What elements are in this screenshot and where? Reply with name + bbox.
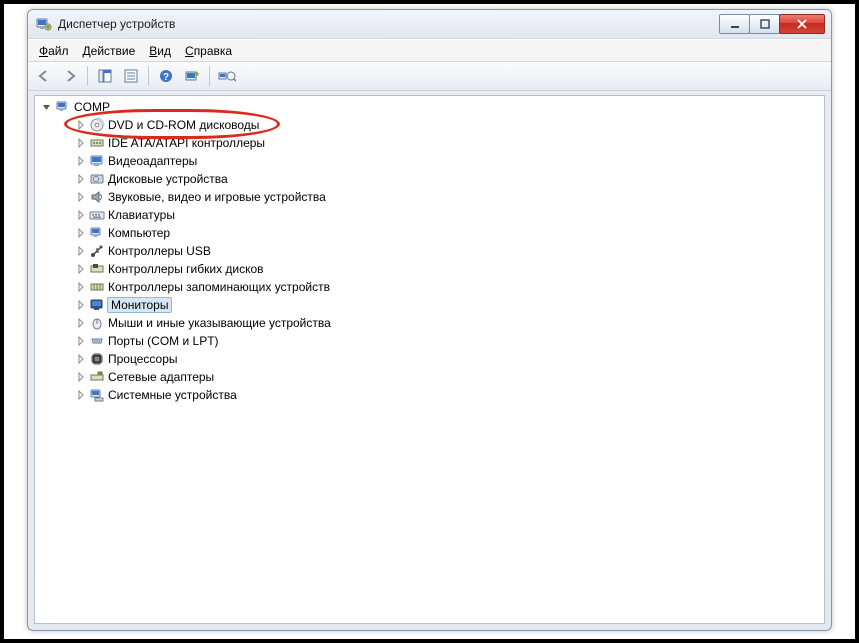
tree-item[interactable]: Контроллеры USB <box>35 242 824 260</box>
sound-icon <box>89 189 105 205</box>
ide-icon <box>89 135 105 151</box>
tree-item[interactable]: Звуковые, видео и игровые устройства <box>35 188 824 206</box>
tree-item[interactable]: Дисковые устройства <box>35 170 824 188</box>
maximize-button[interactable] <box>749 14 780 34</box>
titlebar[interactable]: Диспетчер устройств <box>28 10 831 39</box>
expander-icon[interactable] <box>75 227 87 239</box>
tree-item-label: Системные устройства <box>108 388 237 402</box>
tree-item[interactable]: Клавиатуры <box>35 206 824 224</box>
forward-button[interactable] <box>58 64 82 88</box>
expander-icon[interactable] <box>75 299 87 311</box>
tree-item-label: Контроллеры гибких дисков <box>108 262 264 276</box>
svg-text:?: ? <box>163 72 169 83</box>
view-devices-button[interactable] <box>215 64 239 88</box>
menu-bar: Файл Действие Вид Справка <box>28 39 831 62</box>
menu-view[interactable]: Вид <box>142 42 178 60</box>
hdd-icon <box>89 171 105 187</box>
tree-item[interactable]: IDE ATA/ATAPI контроллеры <box>35 134 824 152</box>
ports-icon <box>89 333 105 349</box>
network-icon <box>89 369 105 385</box>
tree-item[interactable]: Мыши и иные указывающие устройства <box>35 314 824 332</box>
expander-icon[interactable] <box>75 119 87 131</box>
computer-icon <box>89 225 105 241</box>
menu-help[interactable]: Справка <box>178 42 239 60</box>
storage-icon <box>89 279 105 295</box>
tree-item[interactable]: Сетевые адаптеры <box>35 368 824 386</box>
screenshot-frame: Диспетчер устройств Файл Действие Вид Сп… <box>0 0 859 643</box>
device-manager-window: Диспетчер устройств Файл Действие Вид Сп… <box>27 9 832 631</box>
show-hide-tree-button[interactable] <box>93 64 117 88</box>
window-controls <box>720 14 825 34</box>
computer-icon <box>55 99 71 115</box>
tree-item-label: IDE ATA/ATAPI контроллеры <box>108 136 265 150</box>
expander-icon[interactable] <box>75 137 87 149</box>
back-button[interactable] <box>32 64 56 88</box>
keyboard-icon <box>89 207 105 223</box>
window-title: Диспетчер устройств <box>58 17 720 31</box>
expander-icon[interactable] <box>75 155 87 167</box>
floppyctl-icon <box>89 261 105 277</box>
tree-item-label: Процессоры <box>108 352 178 366</box>
tree-item-label: Видеоадаптеры <box>108 154 197 168</box>
toolbar-separator <box>148 66 149 86</box>
expander-icon[interactable] <box>75 173 87 185</box>
tree-item[interactable]: Контроллеры гибких дисков <box>35 260 824 278</box>
tree-item-label: Клавиатуры <box>108 208 175 222</box>
menu-file[interactable]: Файл <box>32 42 76 60</box>
toolbar-separator <box>87 66 88 86</box>
properties-button[interactable] <box>119 64 143 88</box>
monitor-icon <box>89 297 105 313</box>
tree-item-label: Мониторы <box>107 297 172 313</box>
display-icon <box>89 153 105 169</box>
tree-item[interactable]: Компьютер <box>35 224 824 242</box>
tree-item-label: DVD и CD-ROM дисководы <box>108 118 259 132</box>
tree-item[interactable]: Контроллеры запоминающих устройств <box>35 278 824 296</box>
tree-item-label: Звуковые, видео и игровые устройства <box>108 190 326 204</box>
minimize-button[interactable] <box>719 14 750 34</box>
usb-icon <box>89 243 105 259</box>
close-button[interactable] <box>779 14 825 34</box>
tree-item-label: Сетевые адаптеры <box>108 370 214 384</box>
tree-item[interactable]: Мониторы <box>35 296 824 314</box>
cpu-icon <box>89 351 105 367</box>
device-tree[interactable]: COMP DVD и CD-ROM дисководы IDE ATA/ATAPI … <box>35 96 824 404</box>
expander-icon[interactable] <box>75 335 87 347</box>
expander-icon[interactable] <box>75 209 87 221</box>
tree-item[interactable]: Процессоры <box>35 350 824 368</box>
expander-icon[interactable] <box>75 263 87 275</box>
tree-item[interactable]: Видеоадаптеры <box>35 152 824 170</box>
expander-icon[interactable] <box>75 191 87 203</box>
menu-action[interactable]: Действие <box>76 42 143 60</box>
tree-item[interactable]: Системные устройства <box>35 386 824 404</box>
toolbar: ? <box>28 62 831 91</box>
expander-icon[interactable] <box>75 389 87 401</box>
disc-icon <box>89 117 105 133</box>
tree-item-label: Контроллеры запоминающих устройств <box>108 280 330 294</box>
system-icon <box>89 387 105 403</box>
tree-item[interactable]: DVD и CD-ROM дисководы <box>35 116 824 134</box>
expander-icon[interactable] <box>75 245 87 257</box>
tree-root[interactable]: COMP <box>35 98 824 116</box>
tree-item[interactable]: Порты (COM и LPT) <box>35 332 824 350</box>
expander-icon[interactable] <box>75 371 87 383</box>
expander-icon[interactable] <box>41 101 53 113</box>
scan-hardware-button[interactable] <box>180 64 204 88</box>
tree-item-label: Дисковые устройства <box>108 172 228 186</box>
mouse-icon <box>89 315 105 331</box>
tree-panel: COMP DVD и CD-ROM дисководы IDE ATA/ATAPI … <box>34 95 825 624</box>
expander-icon[interactable] <box>75 317 87 329</box>
help-button[interactable]: ? <box>154 64 178 88</box>
tree-item-label: Компьютер <box>108 226 170 240</box>
toolbar-separator <box>209 66 210 86</box>
expander-icon[interactable] <box>75 353 87 365</box>
tree-item-label: Контроллеры USB <box>108 244 211 258</box>
tree-root-label: COMP <box>74 100 110 114</box>
expander-icon[interactable] <box>75 281 87 293</box>
app-icon <box>36 16 52 32</box>
tree-item-label: Порты (COM и LPT) <box>108 334 219 348</box>
tree-item-label: Мыши и иные указывающие устройства <box>108 316 331 330</box>
